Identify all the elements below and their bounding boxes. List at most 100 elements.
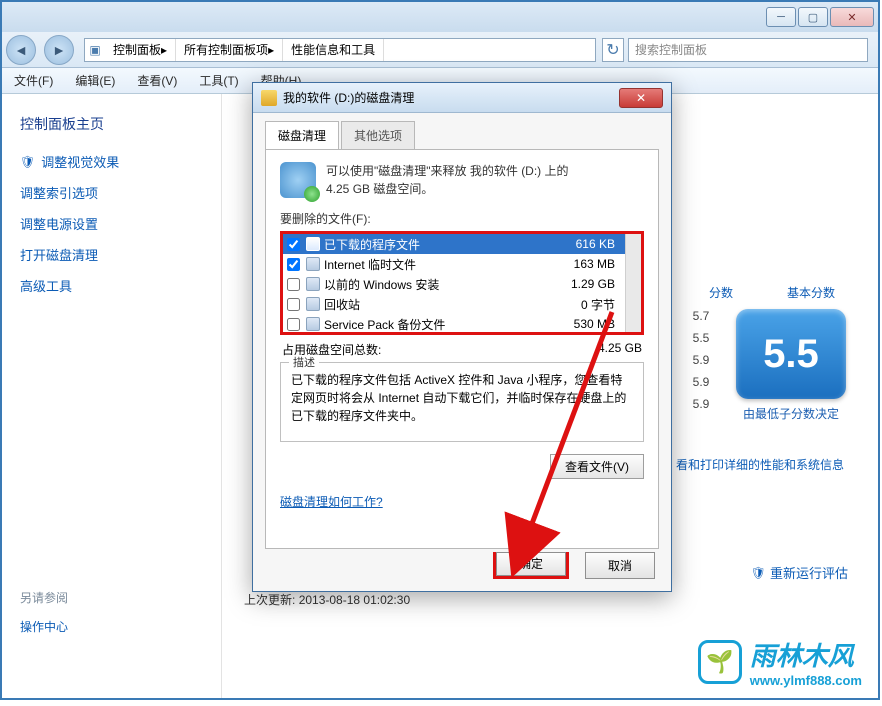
ok-button[interactable]: 确定 — [496, 552, 566, 576]
file-row-previous-windows[interactable]: 以前的 Windows 安装 1.29 GB — [283, 274, 625, 294]
detail-performance-link[interactable]: 看和打印详细的性能和系统信息 — [676, 456, 844, 473]
file-checkbox[interactable] — [287, 238, 300, 251]
minimize-button[interactable]: ─ — [766, 7, 796, 27]
sidebar-link-visual-effects[interactable]: 🛡调整视觉效果 — [2, 146, 221, 177]
score-headers: 分数 基本分数 — [676, 284, 856, 301]
window-titlebar: ─ ▢ ✕ — [2, 2, 878, 32]
base-score-header: 基本分数 — [766, 284, 856, 301]
dialog-titlebar[interactable]: 我的软件 (D:)的磁盘清理 ✕ — [253, 83, 671, 113]
description-label: 描述 — [289, 355, 319, 372]
description-box: 描述 已下载的程序文件包括 ActiveX 控件和 Java 小程序，您查看特定… — [280, 362, 644, 442]
dialog-body: 磁盘清理 其他选项 可以使用"磁盘清理"来释放 我的软件 (D:) 上的 4.2… — [253, 113, 671, 591]
tab-disk-cleanup[interactable]: 磁盘清理 — [265, 121, 339, 149]
file-row-temp-internet-files[interactable]: Internet 临时文件 163 MB — [283, 254, 625, 274]
tab-pane-cleanup: 可以使用"磁盘清理"来释放 我的软件 (D:) 上的 4.25 GB 磁盘空间。… — [265, 149, 659, 549]
refresh-button[interactable]: ↻ — [602, 38, 624, 62]
breadcrumb-segment[interactable]: 控制面板 ▸ — [105, 39, 176, 61]
sidebar-heading[interactable]: 控制面板主页 — [2, 108, 221, 146]
total-value: 4.25 GB — [598, 341, 642, 358]
tab-other-options[interactable]: 其他选项 — [341, 121, 415, 149]
sub-score-list: 5.7 5.5 5.9 5.9 5.9 — [676, 305, 726, 422]
file-size: 163 MB — [555, 257, 621, 271]
rerun-assessment-link[interactable]: 🛡重新运行评估 — [751, 563, 848, 582]
menu-file[interactable]: 文件(F) — [10, 70, 57, 91]
nav-forward-button[interactable]: ► — [44, 35, 74, 65]
file-name: 回收站 — [324, 296, 555, 313]
file-size: 1.29 GB — [555, 277, 621, 291]
file-icon — [306, 277, 320, 291]
file-icon — [306, 317, 320, 331]
menu-tools[interactable]: 工具(T) — [195, 70, 242, 91]
address-row: ◄ ► ▣ 控制面板 ▸ 所有控制面板项 ▸ 性能信息和工具 ↻ 搜索控制面板 — [2, 32, 878, 68]
cleanup-info-icon — [280, 162, 316, 198]
score-panel: 分数 基本分数 5.7 5.5 5.9 5.9 5.9 5.5 由最低子分数决定 — [676, 284, 856, 473]
file-checkbox[interactable] — [287, 298, 300, 311]
file-icon — [306, 297, 320, 311]
file-size: 0 字节 — [555, 296, 621, 313]
file-size: 616 KB — [555, 237, 621, 251]
file-checkbox[interactable] — [287, 318, 300, 331]
disk-cleanup-dialog: 我的软件 (D:)的磁盘清理 ✕ 磁盘清理 其他选项 可以使用"磁盘清理"来释放… — [252, 82, 672, 592]
nav-back-button[interactable]: ◄ — [6, 35, 36, 65]
sidebar-link-action-center[interactable]: 操作中心 — [2, 614, 221, 639]
file-name: Service Pack 备份文件 — [324, 316, 555, 333]
sprout-icon: 🌱 — [706, 649, 733, 675]
last-update: 上次更新: 2013-08-18 01:02:30 — [244, 591, 410, 608]
files-to-delete-label: 要删除的文件(F): — [280, 210, 644, 227]
sidebar-link-index-options[interactable]: 调整索引选项 — [2, 177, 221, 208]
base-score-caption: 由最低子分数决定 — [726, 405, 856, 422]
breadcrumb-bar[interactable]: ▣ 控制面板 ▸ 所有控制面板项 ▸ 性能信息和工具 — [84, 38, 596, 62]
info-text: 可以使用"磁盘清理"来释放 我的软件 (D:) 上的 — [326, 162, 569, 180]
sidebar-link-disk-cleanup[interactable]: 打开磁盘清理 — [2, 239, 221, 270]
file-icon — [306, 237, 320, 251]
close-button[interactable]: ✕ — [830, 7, 874, 27]
file-icon — [306, 257, 320, 271]
sidebar: 控制面板主页 🛡调整视觉效果 调整索引选项 调整电源设置 打开磁盘清理 高级工具… — [2, 94, 222, 698]
shield-icon: 🛡 — [20, 155, 35, 169]
scrollbar[interactable] — [625, 234, 641, 332]
breadcrumb-segment[interactable]: 性能信息和工具 — [283, 39, 384, 61]
dialog-tabs: 磁盘清理 其他选项 — [265, 121, 659, 149]
menu-view[interactable]: 查看(V) — [133, 70, 181, 91]
files-list[interactable]: 已下载的程序文件 616 KB Internet 临时文件 163 MB — [283, 234, 625, 332]
dialog-title: 我的软件 (D:)的磁盘清理 — [283, 89, 414, 106]
sub-score: 5.9 — [676, 349, 726, 371]
maximize-button[interactable]: ▢ — [798, 7, 828, 27]
how-disk-cleanup-works-link[interactable]: 磁盘清理如何工作? — [280, 493, 383, 510]
watermark-brand: 雨林木风 — [750, 636, 862, 673]
menu-edit[interactable]: 编辑(E) — [71, 70, 119, 91]
sub-score-header: 分数 — [676, 284, 766, 301]
dialog-button-row: 确定 取消 — [493, 552, 655, 579]
total-row: 占用磁盘空间总数: 4.25 GB — [282, 341, 642, 358]
files-list-highlight: 已下载的程序文件 616 KB Internet 临时文件 163 MB — [280, 231, 644, 335]
breadcrumb-segment[interactable]: 所有控制面板项 ▸ — [176, 39, 283, 61]
base-score-badge: 5.5 — [736, 309, 846, 399]
disk-cleanup-icon — [261, 90, 277, 106]
window-controls: ─ ▢ ✕ — [766, 7, 878, 27]
dialog-close-button[interactable]: ✕ — [619, 88, 663, 108]
file-row-recycle-bin[interactable]: 回收站 0 字节 — [283, 294, 625, 314]
info-text: 4.25 GB 磁盘空间。 — [326, 180, 569, 198]
search-input[interactable]: 搜索控制面板 — [628, 38, 868, 62]
watermark: 🌱 雨林木风 www.ylmf888.com — [698, 636, 862, 688]
sub-score: 5.5 — [676, 327, 726, 349]
info-row: 可以使用"磁盘清理"来释放 我的软件 (D:) 上的 4.25 GB 磁盘空间。 — [280, 162, 644, 198]
file-row-service-pack-backup[interactable]: Service Pack 备份文件 530 MB — [283, 314, 625, 334]
file-row-downloaded-program-files[interactable]: 已下载的程序文件 616 KB — [283, 234, 625, 254]
sidebar-link-power-settings[interactable]: 调整电源设置 — [2, 208, 221, 239]
sub-score: 5.7 — [676, 305, 726, 327]
watermark-url: www.ylmf888.com — [750, 673, 862, 688]
file-checkbox[interactable] — [287, 278, 300, 291]
file-checkbox[interactable] — [287, 258, 300, 271]
ok-button-highlight: 确定 — [493, 552, 569, 579]
watermark-logo: 🌱 — [698, 640, 742, 684]
cancel-button[interactable]: 取消 — [585, 552, 655, 579]
file-name: 已下载的程序文件 — [324, 236, 555, 253]
control-panel-icon: ▣ — [85, 43, 105, 57]
view-files-button[interactable]: 查看文件(V) — [550, 454, 644, 479]
description-text: 已下载的程序文件包括 ActiveX 控件和 Java 小程序，您查看特定网页时… — [291, 373, 626, 423]
see-also-label: 另请参阅 — [2, 581, 221, 614]
sidebar-link-advanced-tools[interactable]: 高级工具 — [2, 270, 221, 301]
file-size: 530 MB — [555, 317, 621, 331]
sub-score: 5.9 — [676, 393, 726, 415]
